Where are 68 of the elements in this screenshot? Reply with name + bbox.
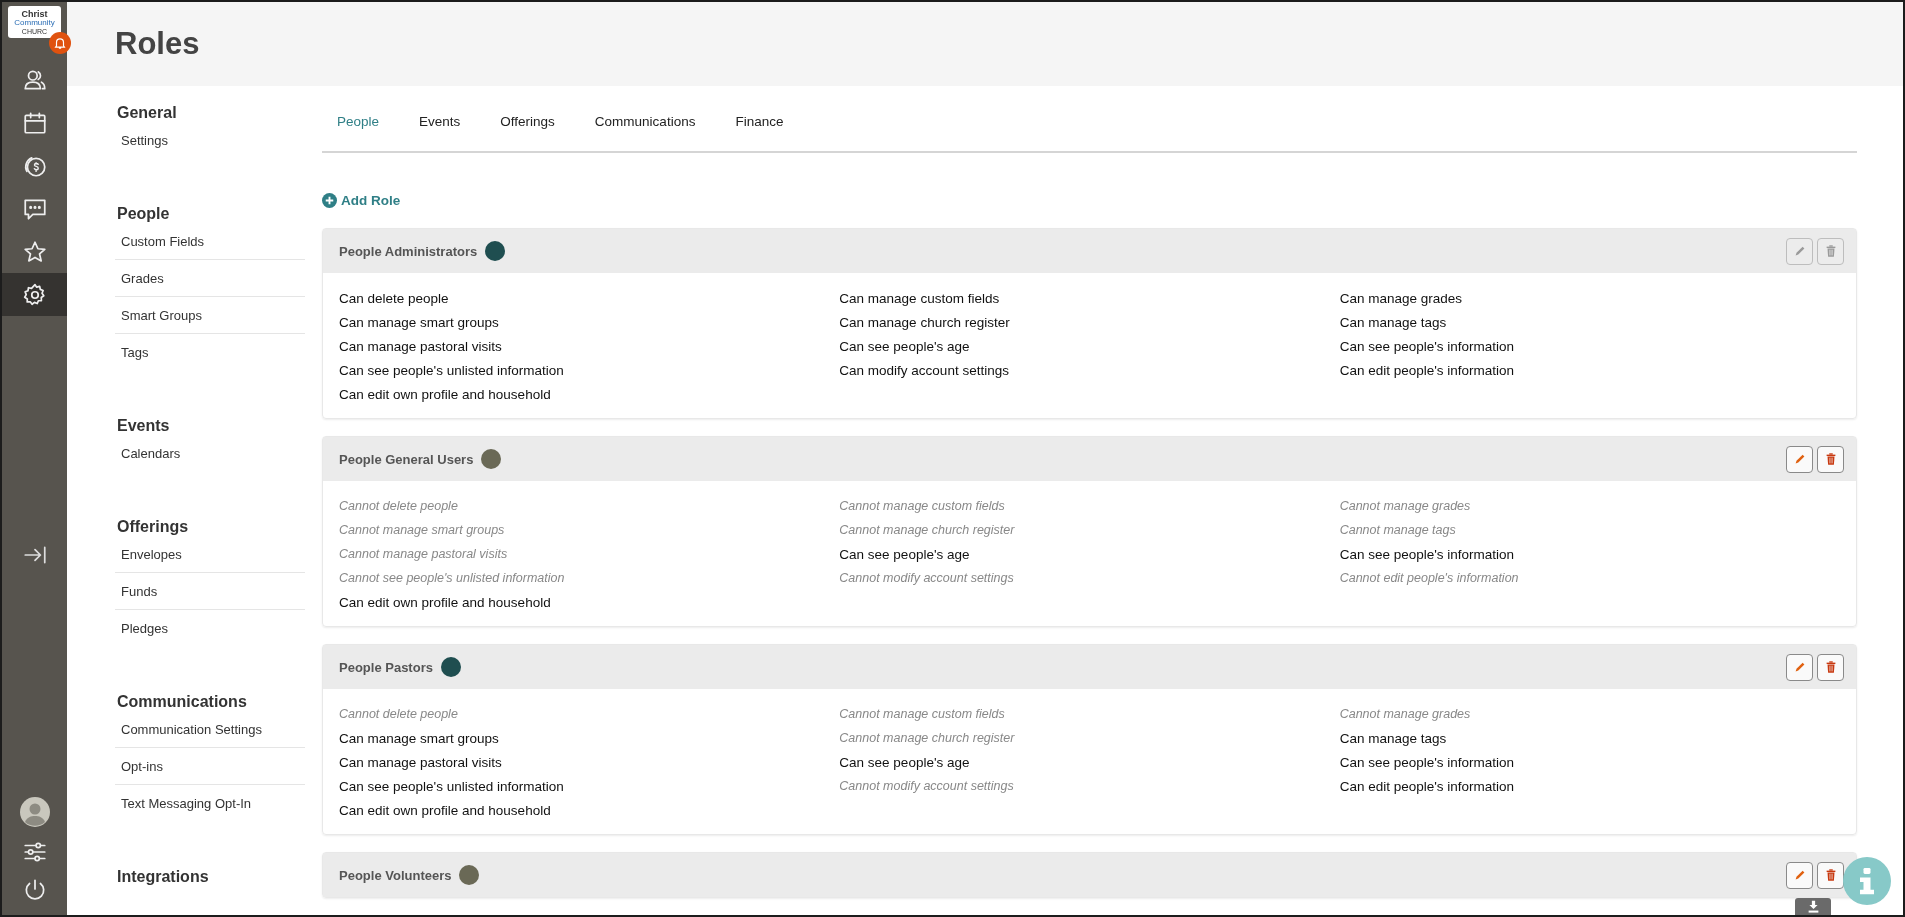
permission-text: Can manage tags [1339,314,1448,332]
section-heading: Offerings [116,518,190,537]
permission-text: Can see people's age [839,754,971,772]
permission-text: Can see people's information [1339,754,1516,772]
permission-text: Cannot manage custom fields [839,498,1006,515]
permission-text: Can manage pastoral visits [339,338,503,356]
sidebar-item[interactable]: Tags [115,334,305,370]
permission-text: Cannot manage grades [1339,498,1472,515]
sidebar-item[interactable]: Pledges [115,610,305,646]
section-heading: Events [116,417,171,436]
permission-text: Can edit people's information [1339,362,1516,380]
permission-text: Can see people's age [839,546,971,564]
permission-text: Cannot modify account settings [839,778,1015,795]
permission-text: Cannot modify account settings [839,570,1015,587]
permission-text: Cannot delete people [339,498,459,515]
sidebar-item[interactable]: Opt-ins [115,748,305,785]
permission-text: Can manage grades [1339,290,1463,308]
permission-text: Can see people's age [839,338,971,356]
permission-text: Cannot manage tags [1339,522,1457,539]
tab[interactable]: Finance [735,114,784,151]
permission-text: Can edit own profile and household [339,802,552,820]
permission-text: Can manage smart groups [339,730,500,748]
permission-text: Cannot manage pastoral visits [339,546,509,563]
tab[interactable]: Offerings [500,114,555,151]
permission-text: Can see people's information [1339,338,1516,356]
page-title: Roles [115,26,200,62]
add-role-link[interactable]: Add Role [322,193,401,208]
permission-text: Can manage custom fields [839,290,1001,308]
permission-text: Can edit own profile and household [339,594,552,612]
sidebar-item[interactable]: Envelopes [115,536,305,573]
permission-text: Can see people's unlisted information [339,362,565,380]
permission-text: Can edit people's information [1339,778,1516,796]
permission-text: Cannot manage church register [839,730,1016,747]
tab[interactable]: Events [419,114,461,151]
section-heading: Integrations [116,868,210,887]
sidebar-item[interactable]: Smart Groups [115,297,305,334]
sidebar-item[interactable]: Settings [115,122,305,158]
permission-text: Can modify account settings [839,362,1010,380]
role-name: People Pastors [339,659,433,675]
permission-text: Cannot delete people [339,706,459,723]
sidebar-item[interactable]: Funds [115,573,305,610]
section-heading: People [116,205,171,224]
role-name: People Administrators [339,243,478,259]
role-name: People General Users [339,451,474,467]
permission-text: Cannot manage custom fields [839,706,1006,723]
sidebar-item[interactable]: Calendars [115,435,305,471]
role-name: People Volunteers [339,867,452,883]
permission-text: Can manage smart groups [339,314,500,332]
sidebar-item[interactable]: Grades [115,260,305,297]
permission-text: Cannot manage smart groups [339,522,506,539]
permission-text: Can manage tags [1339,730,1448,748]
tab[interactable]: Communications [594,114,696,151]
permission-text: Cannot manage church register [839,522,1016,539]
permission-text: Can edit own profile and household [339,386,552,404]
permission-text: Can manage pastoral visits [339,754,503,772]
permission-text: Can see people's information [1339,546,1516,564]
sidebar-item[interactable]: Text Messaging Opt-In [115,785,305,821]
tab[interactable]: People [337,114,380,151]
permission-text: Cannot manage grades [1339,706,1472,723]
permission-text: Cannot edit people's information [1339,570,1520,587]
sidebar-item[interactable]: Custom Fields [115,223,305,260]
sidebar-item[interactable]: Communication Settings [115,711,305,748]
permission-text: Cannot see people's unlisted information [339,570,566,587]
permission-text: Can delete people [339,290,450,308]
section-heading: General [116,104,178,123]
permission-text: Can see people's unlisted information [339,778,565,796]
section-heading: Communications [116,693,248,712]
permission-text: Can manage church register [839,314,1011,332]
